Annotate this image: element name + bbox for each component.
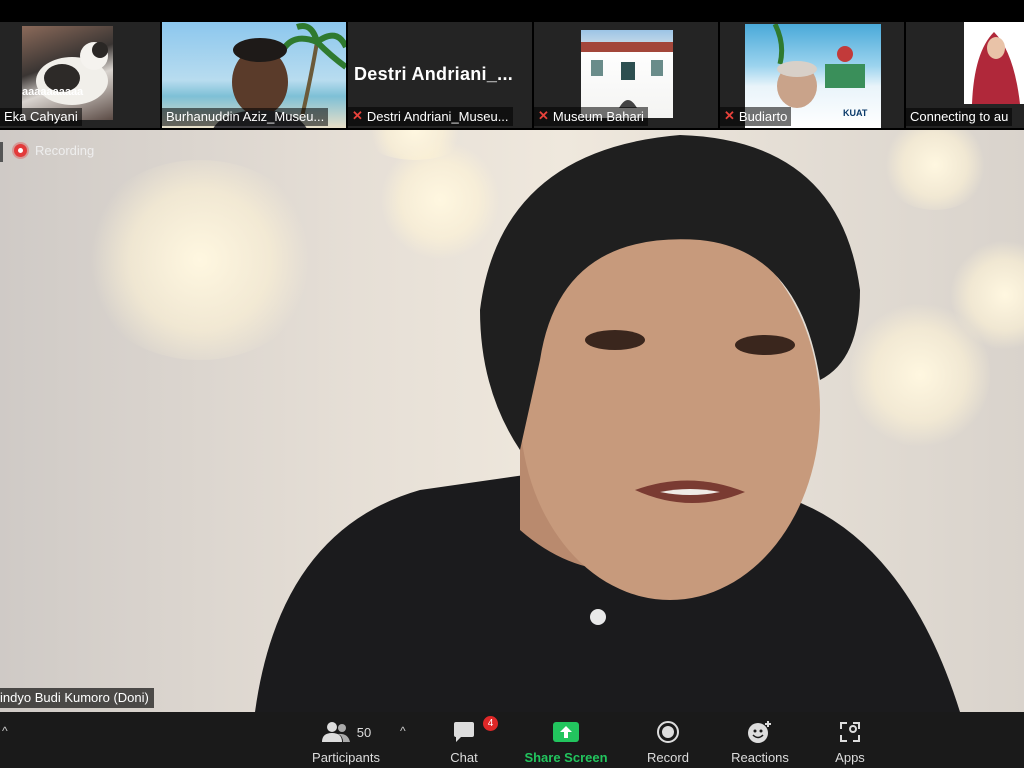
reactions-label: Reactions — [731, 750, 789, 765]
building-image — [581, 42, 673, 108]
participant-tile-eka-cahyani[interactable]: aaaaaaaaaa Eka Cahyani — [0, 22, 160, 128]
reactions-button[interactable]: Reactions — [724, 718, 796, 765]
mic-muted-icon: ✕ — [538, 108, 549, 123]
participant-name: ✕ Budiarto — [720, 107, 792, 126]
participant-tile-destri[interactable]: Destri Andriani_... ✕ Destri Andriani_Mu… — [348, 22, 532, 128]
record-button[interactable]: Record — [640, 718, 696, 765]
participant-name: Eka Cahyani — [0, 108, 82, 126]
participant-display-name: Destri Andriani_... — [354, 64, 514, 84]
participant-tile-connecting[interactable]: Connecting to au — [906, 22, 1024, 128]
participants-count: 50 — [356, 724, 372, 740]
participants-icon-group: 50 — [304, 718, 388, 746]
window-top-bar — [0, 0, 1024, 20]
participants-label: Participants — [312, 750, 380, 765]
reactions-smiley-icon — [748, 721, 771, 743]
participant-name: Burhanuddin Aziz_Museu... — [162, 108, 329, 126]
record-icon-wrap — [640, 718, 696, 746]
people-icon — [321, 722, 350, 742]
apps-button[interactable]: Apps — [826, 718, 874, 765]
recording-indicator[interactable]: Recording — [14, 143, 94, 158]
recording-divider — [0, 142, 3, 162]
share-screen-icon — [553, 722, 579, 742]
mic-muted-icon: ✕ — [724, 108, 735, 123]
record-dot-icon — [14, 144, 27, 157]
apps-icon — [840, 722, 860, 742]
toolbar-left-caret-icon[interactable]: ^ — [2, 724, 8, 738]
hijab-person-image — [972, 32, 1020, 104]
meeting-toolbar: ^ 50 Participants ^ 4 Chat Share Screen … — [0, 712, 1024, 768]
participant-video: aaaaaaaaaa — [22, 26, 113, 120]
participant-name-text: Eka Cahyani — [4, 109, 78, 124]
participant-name-text: Connecting to au — [910, 109, 1009, 124]
reactions-icon-wrap — [724, 718, 796, 746]
participant-name-text: Museum Bahari — [552, 108, 644, 124]
chat-icon-wrap: 4 — [440, 716, 498, 746]
thumb-overlay-text: aaaaaaaaaa — [22, 86, 84, 98]
participants-caret-icon[interactable]: ^ — [400, 724, 406, 738]
participant-tile-museum-bahari[interactable]: ✕ Museum Bahari — [534, 22, 718, 128]
share-screen-button[interactable]: Share Screen — [520, 718, 612, 765]
participant-name: ✕ Destri Andriani_Museu... — [348, 107, 513, 126]
chat-icon — [454, 722, 474, 742]
gallery-strip: aaaaaaaaaa Eka Cahyani Burhanuddin Aziz_… — [0, 0, 1024, 130]
participant-name-text: Budiarto — [738, 108, 788, 124]
chat-button[interactable]: 4 Chat — [440, 716, 498, 765]
apps-icon-wrap — [826, 718, 874, 746]
participant-name: ✕ Museum Bahari — [534, 107, 648, 126]
participant-tile-budiarto[interactable]: KUAT ✕ Budiarto — [720, 22, 904, 128]
chat-label: Chat — [450, 750, 478, 765]
speaker-figure — [255, 135, 960, 712]
participant-tile-burhanuddin[interactable]: Burhanuddin Aziz_Museu... — [162, 22, 346, 128]
mic-muted-icon: ✕ — [352, 108, 363, 123]
active-speaker-video — [0, 130, 1024, 712]
active-speaker-name: indyo Budi Kumoro (Doni) — [0, 688, 154, 708]
record-label: Record — [647, 750, 689, 765]
record-icon — [657, 721, 679, 743]
participant-video — [964, 22, 1024, 104]
participant-name: Connecting to au — [906, 108, 1013, 126]
participant-name-text: Burhanuddin Aziz_Museu... — [166, 109, 325, 124]
participants-button[interactable]: 50 Participants — [304, 718, 388, 765]
share-screen-label: Share Screen — [524, 750, 608, 765]
cat-image — [36, 42, 108, 105]
apps-label: Apps — [835, 750, 865, 765]
share-icon-wrap — [520, 718, 612, 746]
recording-label: Recording — [35, 143, 95, 158]
poster-text: KUAT — [843, 108, 868, 118]
chat-unread-badge: 4 — [483, 716, 498, 731]
participant-video — [581, 30, 673, 118]
participant-name-text: Destri Andriani_Museu... — [366, 108, 509, 124]
